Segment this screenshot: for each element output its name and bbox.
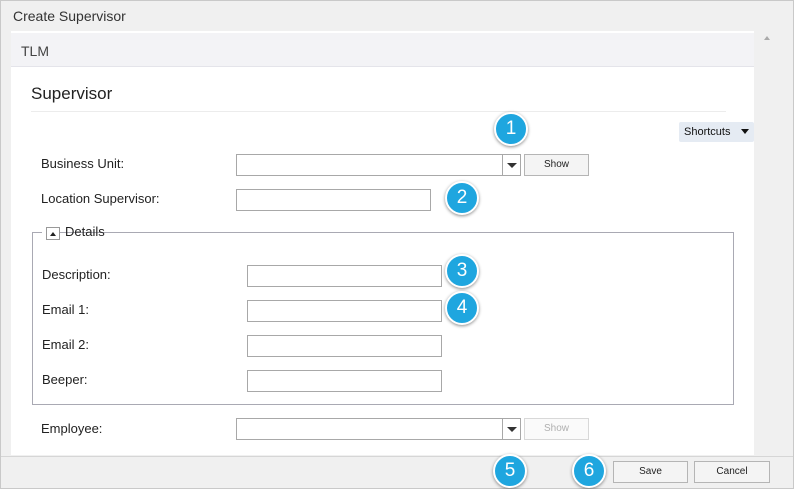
module-label: TLM: [21, 43, 49, 59]
email2-label: Email 2:: [42, 337, 89, 352]
shortcuts-dropdown[interactable]: Shortcuts: [679, 122, 754, 142]
callout-badge-4: 4: [445, 291, 479, 325]
details-legend: Details: [42, 221, 105, 243]
dialog-titlebar: Create Supervisor: [1, 1, 793, 31]
email1-input[interactable]: [247, 300, 442, 322]
employee-show-button[interactable]: Show: [524, 418, 589, 440]
callout-badge-5: 5: [493, 454, 527, 488]
shortcuts-label: Shortcuts: [684, 126, 731, 138]
dialog-title: Create Supervisor: [13, 8, 126, 24]
description-label: Description:: [42, 267, 111, 282]
callout-badge-1: 1: [494, 112, 528, 146]
business-unit-dropdown-button[interactable]: [502, 155, 520, 175]
employee-select[interactable]: [236, 418, 521, 440]
triangle-down-icon: [507, 163, 517, 168]
scroll-up-arrow-icon[interactable]: [764, 36, 770, 40]
description-input[interactable]: [247, 265, 442, 287]
details-legend-label: Details: [65, 224, 105, 239]
triangle-up-icon: [50, 232, 56, 236]
employee-label: Employee:: [41, 421, 103, 436]
location-supervisor-input[interactable]: [236, 189, 431, 211]
form-panel: TLM Supervisor Shortcuts Business Unit: …: [11, 31, 754, 455]
section-divider: [31, 111, 726, 112]
module-header: TLM: [11, 33, 754, 67]
vertical-scrollbar[interactable]: [759, 31, 777, 455]
callout-badge-3: 3: [445, 254, 479, 288]
beeper-label: Beeper:: [42, 372, 88, 387]
business-unit-label: Business Unit:: [41, 156, 125, 171]
beeper-input[interactable]: [247, 370, 442, 392]
collapse-toggle-button[interactable]: [46, 227, 60, 240]
business-unit-select[interactable]: [236, 154, 521, 176]
save-button[interactable]: Save: [613, 461, 688, 483]
business-unit-show-button[interactable]: Show: [524, 154, 589, 176]
employee-dropdown-button[interactable]: [502, 419, 520, 439]
callout-badge-6: 6: [572, 454, 606, 488]
cancel-button[interactable]: Cancel: [694, 461, 770, 483]
email1-label: Email 1:: [42, 302, 89, 317]
create-supervisor-dialog: Create Supervisor TLM Supervisor Shortcu…: [0, 0, 794, 489]
section-title: Supervisor: [31, 84, 113, 103]
caret-down-icon: [741, 129, 749, 134]
triangle-down-icon: [507, 427, 517, 432]
location-supervisor-label: Location Supervisor:: [41, 191, 160, 206]
dialog-footer: Save Cancel: [1, 456, 793, 488]
email2-input[interactable]: [247, 335, 442, 357]
callout-badge-2: 2: [445, 181, 479, 215]
